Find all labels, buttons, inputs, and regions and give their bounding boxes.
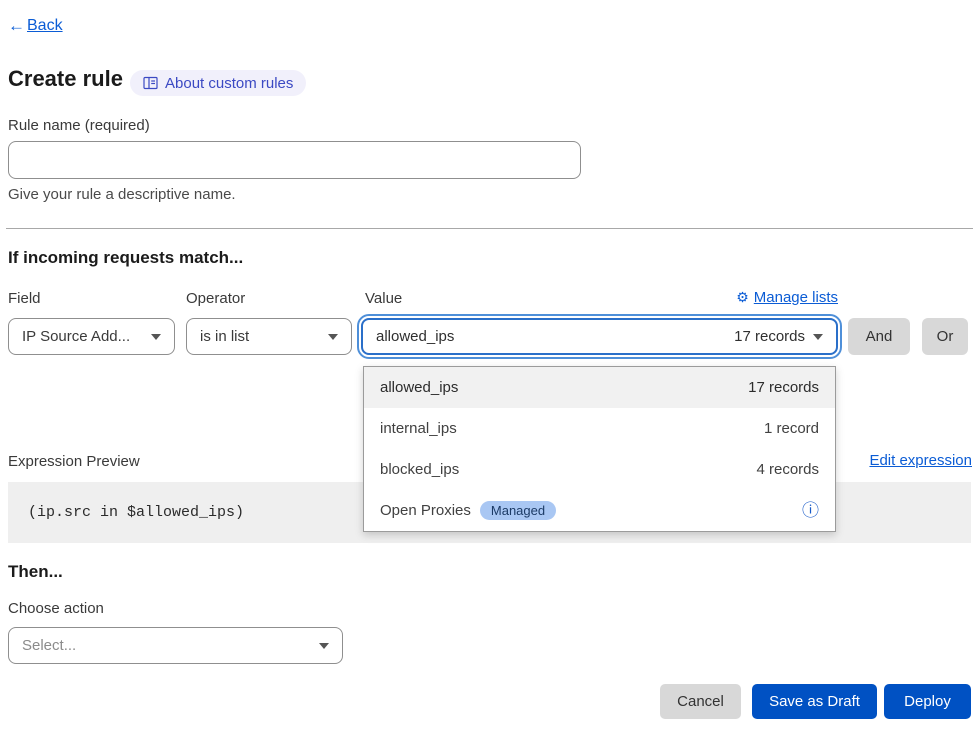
list-option-internal-ips[interactable]: internal_ips 1 record (364, 408, 835, 449)
manage-lists-link[interactable]: ⚙ Manage lists (736, 289, 838, 306)
gear-icon: ⚙ (736, 289, 749, 306)
manage-lists-label: Manage lists (754, 289, 838, 306)
about-custom-rules-link[interactable]: About custom rules (130, 70, 306, 96)
choose-action-label: Choose action (8, 600, 104, 617)
field-select-value: IP Source Add... (22, 328, 130, 345)
rule-name-input[interactable] (8, 141, 581, 179)
book-icon (143, 76, 158, 90)
action-select[interactable]: Select... (8, 627, 343, 664)
info-icon[interactable]: ⓘ (802, 502, 819, 519)
list-option-name: Open Proxies (380, 502, 471, 519)
chevron-down-icon (328, 334, 338, 340)
value-select-record-count: 17 records (734, 328, 805, 345)
list-option-open-proxies[interactable]: Open Proxies Managed ⓘ (364, 490, 835, 531)
create-rule-page: ← Back Create rule About custom rules Ru… (0, 0, 979, 739)
chevron-down-icon (151, 334, 161, 340)
field-select[interactable]: IP Source Add... (8, 318, 175, 355)
value-label: Value (365, 290, 402, 307)
operator-select-value: is in list (200, 328, 249, 345)
list-option-record-count: 17 records (748, 379, 819, 396)
list-option-record-count: 4 records (756, 461, 819, 478)
list-option-blocked-ips[interactable]: blocked_ips 4 records (364, 449, 835, 490)
and-button[interactable]: And (848, 318, 910, 355)
back-link-label: Back (27, 17, 63, 35)
chevron-down-icon (813, 334, 823, 340)
page-title: Create rule (8, 66, 123, 92)
edit-expression-link[interactable]: Edit expression (869, 452, 972, 469)
rule-name-helper: Give your rule a descriptive name. (8, 186, 236, 203)
expression-preview-label: Expression Preview (8, 453, 140, 470)
list-option-record-count: 1 record (764, 420, 819, 437)
value-select-value: allowed_ips (376, 328, 454, 345)
or-button[interactable]: Or (922, 318, 968, 355)
expression-code: (ip.src in $allowed_ips) (28, 504, 244, 521)
cancel-button[interactable]: Cancel (660, 684, 741, 719)
list-option-name: internal_ips (380, 420, 457, 437)
save-as-draft-button[interactable]: Save as Draft (752, 684, 877, 719)
managed-badge: Managed (480, 501, 556, 520)
action-select-placeholder: Select... (22, 637, 76, 654)
operator-label: Operator (186, 290, 245, 307)
match-section-heading: If incoming requests match... (8, 248, 243, 268)
list-dropdown-panel: allowed_ips 17 records internal_ips 1 re… (363, 366, 836, 532)
back-arrow-icon: ← (8, 16, 25, 36)
back-link[interactable]: ← Back (8, 16, 63, 36)
section-divider (6, 228, 973, 229)
value-select[interactable]: allowed_ips 17 records (361, 318, 838, 355)
about-custom-rules-label: About custom rules (165, 75, 293, 92)
list-option-allowed-ips[interactable]: allowed_ips 17 records (364, 367, 835, 408)
deploy-button[interactable]: Deploy (884, 684, 971, 719)
field-label: Field (8, 290, 41, 307)
list-option-name: blocked_ips (380, 461, 459, 478)
then-section-heading: Then... (8, 562, 63, 582)
operator-select[interactable]: is in list (186, 318, 352, 355)
chevron-down-icon (319, 643, 329, 649)
list-option-name: allowed_ips (380, 379, 458, 396)
rule-name-label: Rule name (required) (8, 117, 150, 134)
